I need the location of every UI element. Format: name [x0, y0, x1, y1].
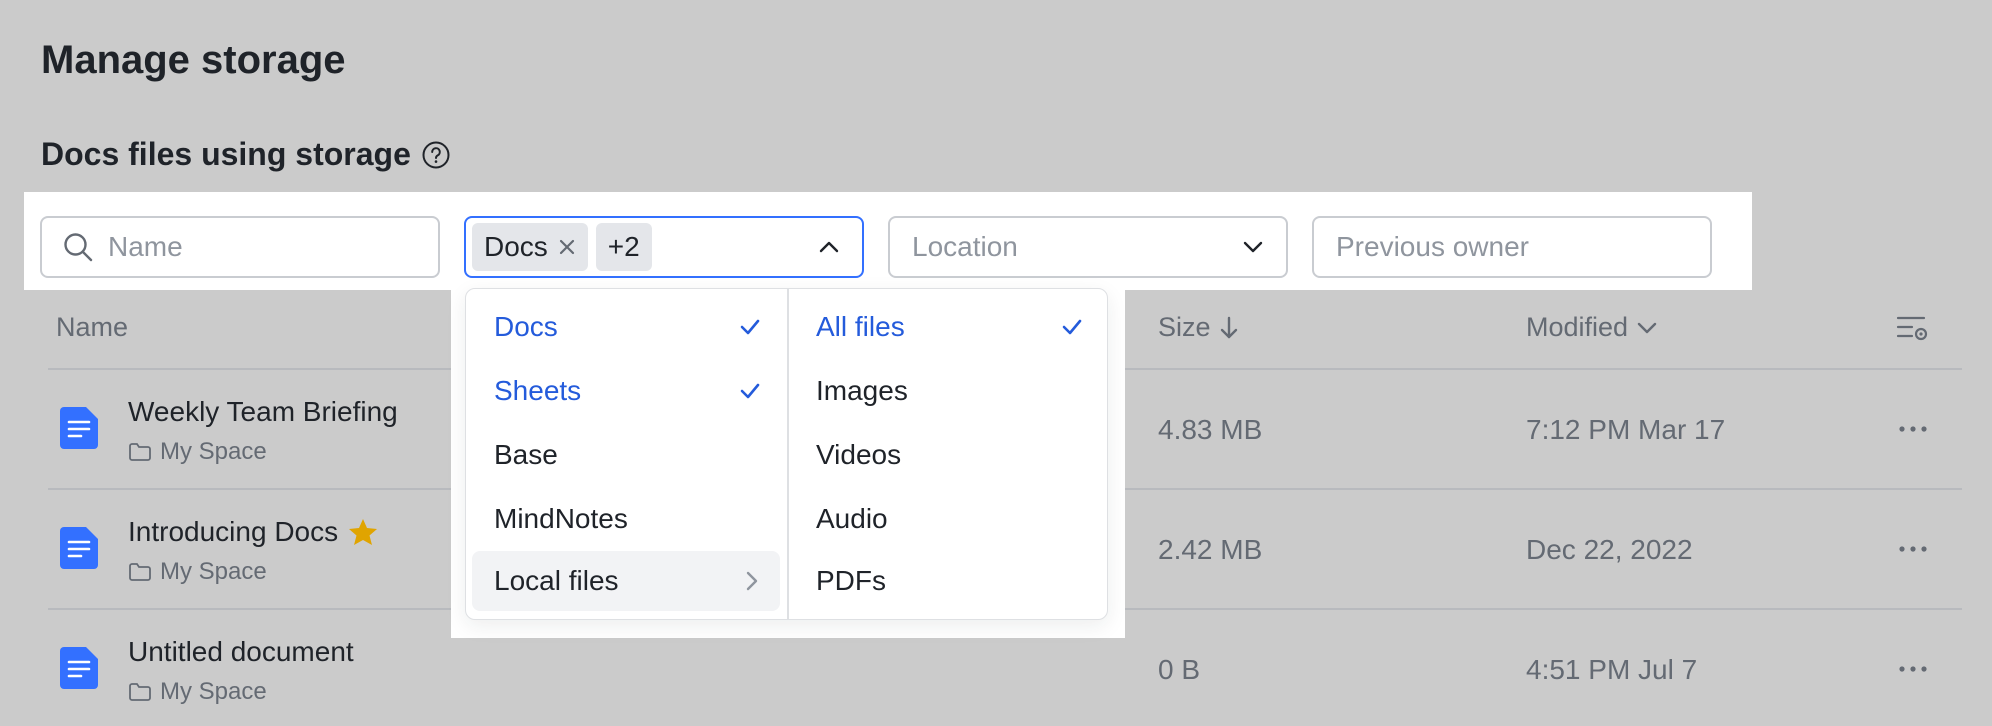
- chevron-right-icon: [746, 571, 758, 591]
- doc-icon: [60, 647, 98, 689]
- dropdown-option-docs[interactable]: Docs: [472, 297, 780, 357]
- dropdown-option-mindnotes[interactable]: MindNotes: [472, 489, 780, 549]
- file-location[interactable]: My Space: [128, 678, 267, 706]
- owner-placeholder: Previous owner: [1336, 231, 1529, 262]
- file-size: 2.42 MB: [1158, 534, 1263, 565]
- column-header-name[interactable]: Name: [56, 312, 128, 343]
- previous-owner-input[interactable]: Previous owner: [1312, 216, 1712, 278]
- file-name[interactable]: Untitled document: [128, 636, 354, 668]
- search-field[interactable]: Name: [40, 216, 440, 278]
- close-icon[interactable]: [558, 238, 576, 256]
- dropdown-option-label: Videos: [816, 439, 902, 470]
- column-header-size[interactable]: Size: [1158, 312, 1239, 343]
- check-icon: [1062, 319, 1082, 335]
- section-title: Docs files using storage: [41, 136, 451, 173]
- chevron-down-icon: [1637, 322, 1657, 333]
- dropdown-column-divider: [787, 289, 789, 619]
- type-filter-select[interactable]: Docs +2: [464, 216, 864, 278]
- arrow-down-icon: [1220, 316, 1237, 338]
- dropdown-option-audio[interactable]: Audio: [794, 489, 1102, 549]
- file-location-text: My Space: [160, 678, 267, 705]
- chevron-down-icon: [1243, 241, 1263, 253]
- dropdown-option-label: PDFs: [816, 565, 886, 596]
- section-title-text: Docs files using storage: [41, 136, 411, 172]
- file-location[interactable]: My Space: [128, 438, 267, 466]
- folder-icon: [129, 563, 151, 581]
- file-location-text: My Space: [160, 438, 267, 465]
- folder-icon: [129, 683, 151, 701]
- dropdown-option-label: Audio: [816, 503, 888, 534]
- column-settings-icon[interactable]: [1896, 314, 1930, 344]
- dropdown-option-label: All files: [816, 311, 905, 342]
- file-location[interactable]: My Space: [128, 558, 267, 586]
- more-icon[interactable]: [1898, 665, 1928, 673]
- dropdown-option-pdfs[interactable]: PDFs: [794, 551, 1102, 611]
- type-tag-label: Docs: [484, 231, 548, 262]
- file-modified: Dec 22, 2022: [1526, 534, 1693, 565]
- type-tag-more: +2: [595, 223, 652, 271]
- type-tag-docs: Docs: [472, 223, 588, 271]
- file-size: 4.83 MB: [1158, 414, 1263, 445]
- dropdown-option-videos[interactable]: Videos: [794, 425, 1102, 485]
- dropdown-option-sheets[interactable]: Sheets: [472, 361, 780, 421]
- check-icon: [740, 319, 760, 335]
- location-select[interactable]: Location: [888, 216, 1288, 278]
- dropdown-option-label: Docs: [494, 311, 558, 342]
- file-name-text: Introducing Docs: [128, 516, 339, 547]
- location-placeholder: Location: [912, 231, 1018, 262]
- column-header-name-label: Name: [56, 312, 129, 342]
- dropdown-option-local-files[interactable]: Local files: [472, 551, 780, 611]
- file-modified: 4:51 PM Jul 7: [1526, 654, 1698, 685]
- dropdown-option-label: MindNotes: [494, 503, 628, 534]
- dropdown-option-label: Local files: [494, 565, 619, 596]
- file-modified: 7:12 PM Mar 17: [1526, 414, 1726, 445]
- file-location-text: My Space: [160, 558, 267, 585]
- more-icon[interactable]: [1898, 425, 1928, 433]
- search-icon: [64, 233, 93, 262]
- type-tag-more-label: +2: [607, 231, 640, 262]
- help-icon[interactable]: [421, 140, 451, 170]
- folder-icon: [129, 443, 151, 461]
- more-icon[interactable]: [1898, 545, 1928, 553]
- dropdown-option-label: Images: [816, 375, 908, 406]
- filter-bar: Name Docs +2 Location Previous owner: [24, 192, 1752, 290]
- dropdown-option-base[interactable]: Base: [472, 425, 780, 485]
- file-type-dropdown: Docs Sheets Base MindNotes Local files A…: [465, 288, 1108, 620]
- file-name[interactable]: Introducing Docs: [128, 516, 378, 548]
- dropdown-option-label: Sheets: [494, 375, 582, 406]
- file-size: 0 B: [1158, 654, 1201, 685]
- dropdown-option-label: Base: [494, 439, 558, 470]
- doc-icon: [60, 407, 98, 449]
- star-icon[interactable]: [348, 518, 378, 546]
- chevron-up-icon[interactable]: [818, 236, 840, 258]
- file-name-text: Weekly Team Briefing: [128, 396, 398, 427]
- dropdown-option-images[interactable]: Images: [794, 361, 1102, 421]
- column-header-size-label: Size: [1158, 312, 1211, 342]
- check-icon: [740, 383, 760, 399]
- column-header-modified-label: Modified: [1526, 312, 1629, 342]
- page-title: Manage storage: [41, 38, 346, 82]
- dropdown-option-all-files[interactable]: All files: [794, 297, 1102, 357]
- file-name-text: Untitled document: [128, 636, 354, 667]
- column-header-modified[interactable]: Modified: [1526, 312, 1658, 343]
- file-name[interactable]: Weekly Team Briefing: [128, 396, 398, 428]
- search-placeholder: Name: [108, 231, 183, 262]
- doc-icon: [60, 527, 98, 569]
